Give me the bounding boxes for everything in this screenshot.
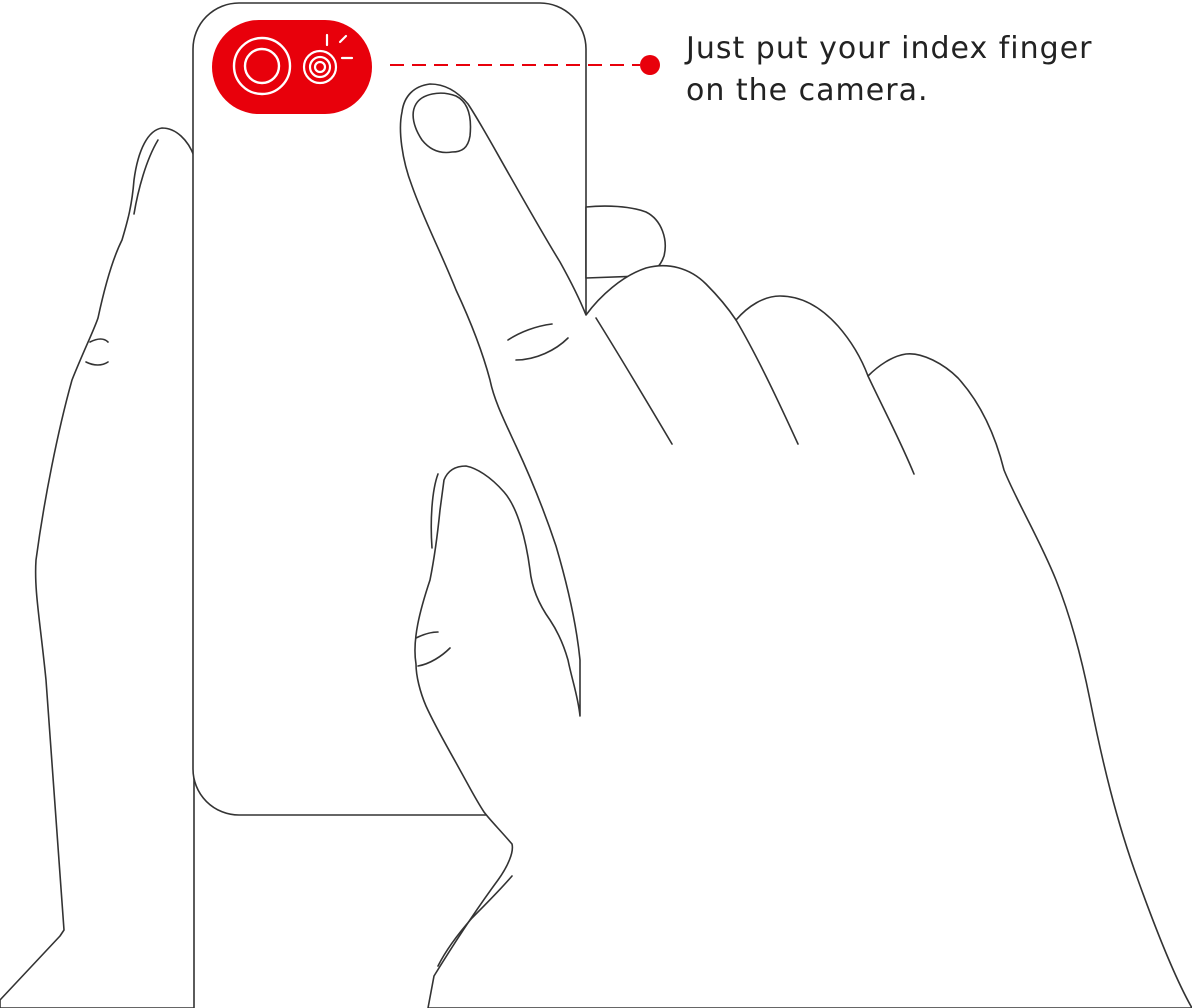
- illustration: [0, 0, 1192, 1008]
- camera-module: [212, 20, 372, 114]
- left-hand: [0, 127, 195, 1008]
- callout-line-1: Just put your index finger: [686, 31, 1093, 66]
- callout-line-2: on the camera.: [686, 73, 929, 108]
- callout-dot: [640, 55, 660, 75]
- callout-text: Just put your index finger on the camera…: [686, 28, 1166, 112]
- camera-badge: [212, 20, 372, 114]
- right-hand: [399, 83, 1192, 1008]
